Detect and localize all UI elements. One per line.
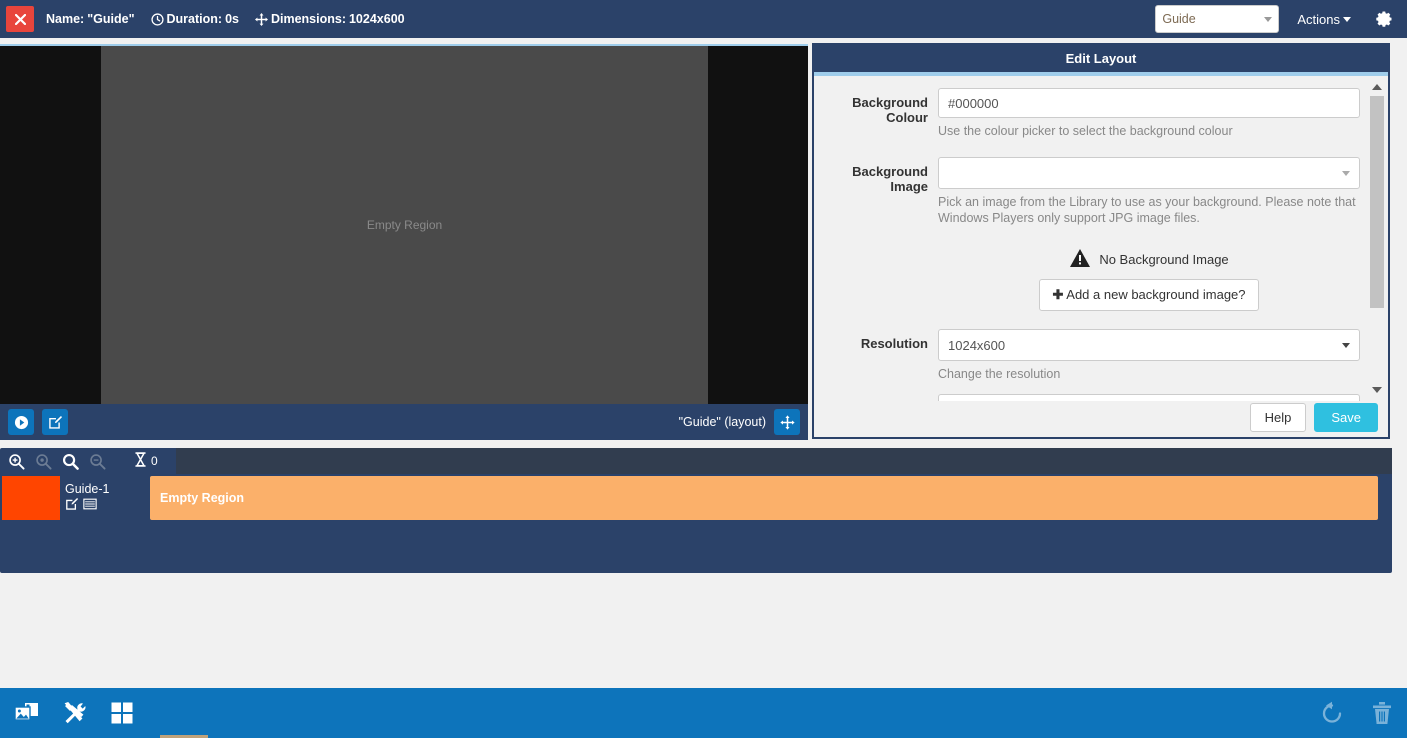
region-colour-swatch[interactable] — [2, 476, 60, 520]
scrollbar-track[interactable] — [1370, 94, 1384, 383]
background-colour-row: Background Colour #000000 Use the colour… — [814, 88, 1388, 139]
actions-menu-button[interactable]: Actions — [1297, 12, 1351, 27]
background-image-label: Background Image — [852, 164, 928, 194]
move-icon[interactable] — [774, 409, 800, 435]
preview-layout-name: "Guide" (layout) — [678, 415, 766, 429]
layout-preview-canvas[interactable]: Empty Region — [0, 44, 808, 404]
timeline-ruler — [175, 448, 1392, 474]
undo-icon[interactable] — [1319, 701, 1345, 725]
dimensions-label: Dimensions: — [270, 12, 346, 26]
chevron-down-icon — [1343, 16, 1351, 22]
top-bar-controls: Guide Actions — [1155, 5, 1407, 33]
layout-duration-info: Duration: 0s — [150, 12, 239, 26]
timeline-region-bar-label: Empty Region — [160, 491, 245, 505]
clock-icon — [150, 12, 164, 26]
resolution-label: Resolution — [860, 336, 928, 351]
edit-icon[interactable] — [42, 409, 68, 435]
timeline-region-bar[interactable]: Empty Region — [150, 476, 1378, 520]
resolution-help: Change the resolution — [938, 367, 1061, 381]
name-label: Name: — [46, 12, 85, 26]
resolution-row: Resolution 1024x600 Change the resolutio… — [814, 329, 1388, 382]
edit-layout-form: Background Colour #000000 Use the colour… — [814, 76, 1388, 401]
timeline-region-row: Guide-1 Empty Region — [0, 476, 1392, 520]
chevron-down-icon — [1264, 16, 1273, 22]
bottom-toolbar — [0, 688, 1407, 738]
zoom-out-icon[interactable] — [89, 453, 106, 470]
duration-label: Duration: — [166, 12, 223, 26]
gear-icon[interactable] — [1371, 7, 1395, 31]
timeline-panel: 0 Guide-1 Empty Region — [0, 448, 1392, 573]
layout-dimensions-info: Dimensions: 1024x600 — [254, 12, 405, 26]
actions-label: Actions — [1297, 11, 1340, 27]
no-background-image-notice: No Background Image — [938, 248, 1360, 271]
resolution-select[interactable]: 1024x600 — [938, 329, 1360, 361]
resolution-value: 1024x600 — [948, 337, 1006, 353]
library-images-icon[interactable] — [14, 701, 40, 725]
list-icon[interactable] — [83, 497, 97, 514]
scrollbar-thumb[interactable] — [1370, 96, 1384, 308]
scroll-up-arrow[interactable] — [1370, 80, 1384, 94]
layout-designer-app: Name: "Guide" Duration: 0s Dimensions: 1… — [0, 0, 1407, 738]
panel-scrollbar[interactable] — [1370, 80, 1384, 397]
background-image-select[interactable] — [938, 157, 1360, 189]
add-background-image-button[interactable]: ✚ Add a new background image? — [1039, 279, 1259, 311]
background-colour-input[interactable]: #000000 — [938, 88, 1360, 118]
layout-select[interactable]: Guide — [1155, 5, 1280, 33]
duration-value: 0s — [225, 12, 239, 26]
panel-title: Edit Layout — [814, 45, 1388, 72]
panel-footer: Help Save — [814, 397, 1388, 437]
arrows-icon — [254, 12, 268, 26]
widgets-grid-icon[interactable] — [110, 701, 134, 725]
timeline-toolbar: 0 — [0, 448, 1392, 474]
play-icon[interactable] — [8, 409, 34, 435]
scroll-down-arrow[interactable] — [1370, 383, 1384, 397]
help-button[interactable]: Help — [1249, 402, 1307, 432]
zoom-search-icon[interactable] — [62, 453, 79, 470]
edit-layout-panel: Edit Layout Background Colour #000000 Us… — [812, 43, 1390, 439]
layout-name-info: Name: "Guide" — [46, 12, 135, 26]
trash-icon[interactable] — [1371, 701, 1393, 725]
region-actions — [65, 497, 150, 514]
layout-info: Name: "Guide" Duration: 0s Dimensions: 1… — [46, 12, 417, 26]
hourglass-value: 0 — [151, 454, 158, 468]
plus-icon: ✚ — [1052, 287, 1064, 302]
add-background-image-label: Add a new background image? — [1066, 287, 1246, 302]
region-name: Guide-1 — [65, 482, 110, 496]
background-image-row: Background Image Pick an image from the … — [814, 157, 1388, 311]
chevron-down-icon — [1342, 170, 1350, 176]
zoom-in-icon[interactable] — [8, 453, 25, 470]
canvas-region-label: Empty Region — [366, 218, 443, 232]
hourglass-icon — [134, 452, 147, 470]
background-colour-label: Background Colour — [852, 95, 928, 125]
layout-select-value: Guide — [1162, 12, 1196, 26]
zoom-fit-icon[interactable] — [35, 453, 52, 470]
canvas-empty-region[interactable]: Empty Region — [101, 46, 708, 404]
preview-toolbar: "Guide" (layout) — [0, 404, 808, 440]
background-colour-help: Use the colour picker to select the back… — [938, 124, 1233, 138]
save-button[interactable]: Save — [1314, 402, 1378, 432]
tools-icon[interactable] — [62, 701, 88, 725]
no-background-image-text: No Background Image — [1099, 252, 1229, 267]
region-meta: Guide-1 — [60, 476, 150, 520]
edit-icon[interactable] — [65, 497, 79, 514]
chevron-down-icon — [1342, 342, 1350, 348]
close-icon[interactable] — [6, 6, 34, 32]
timeline-duration: 0 — [134, 452, 158, 470]
warning-triangle-icon — [1069, 248, 1091, 271]
name-value: "Guide" — [87, 12, 135, 26]
dimensions-value: 1024x600 — [348, 12, 405, 26]
top-bar: Name: "Guide" Duration: 0s Dimensions: 1… — [0, 0, 1407, 38]
background-image-help: Pick an image from the Library to use as… — [938, 195, 1356, 225]
